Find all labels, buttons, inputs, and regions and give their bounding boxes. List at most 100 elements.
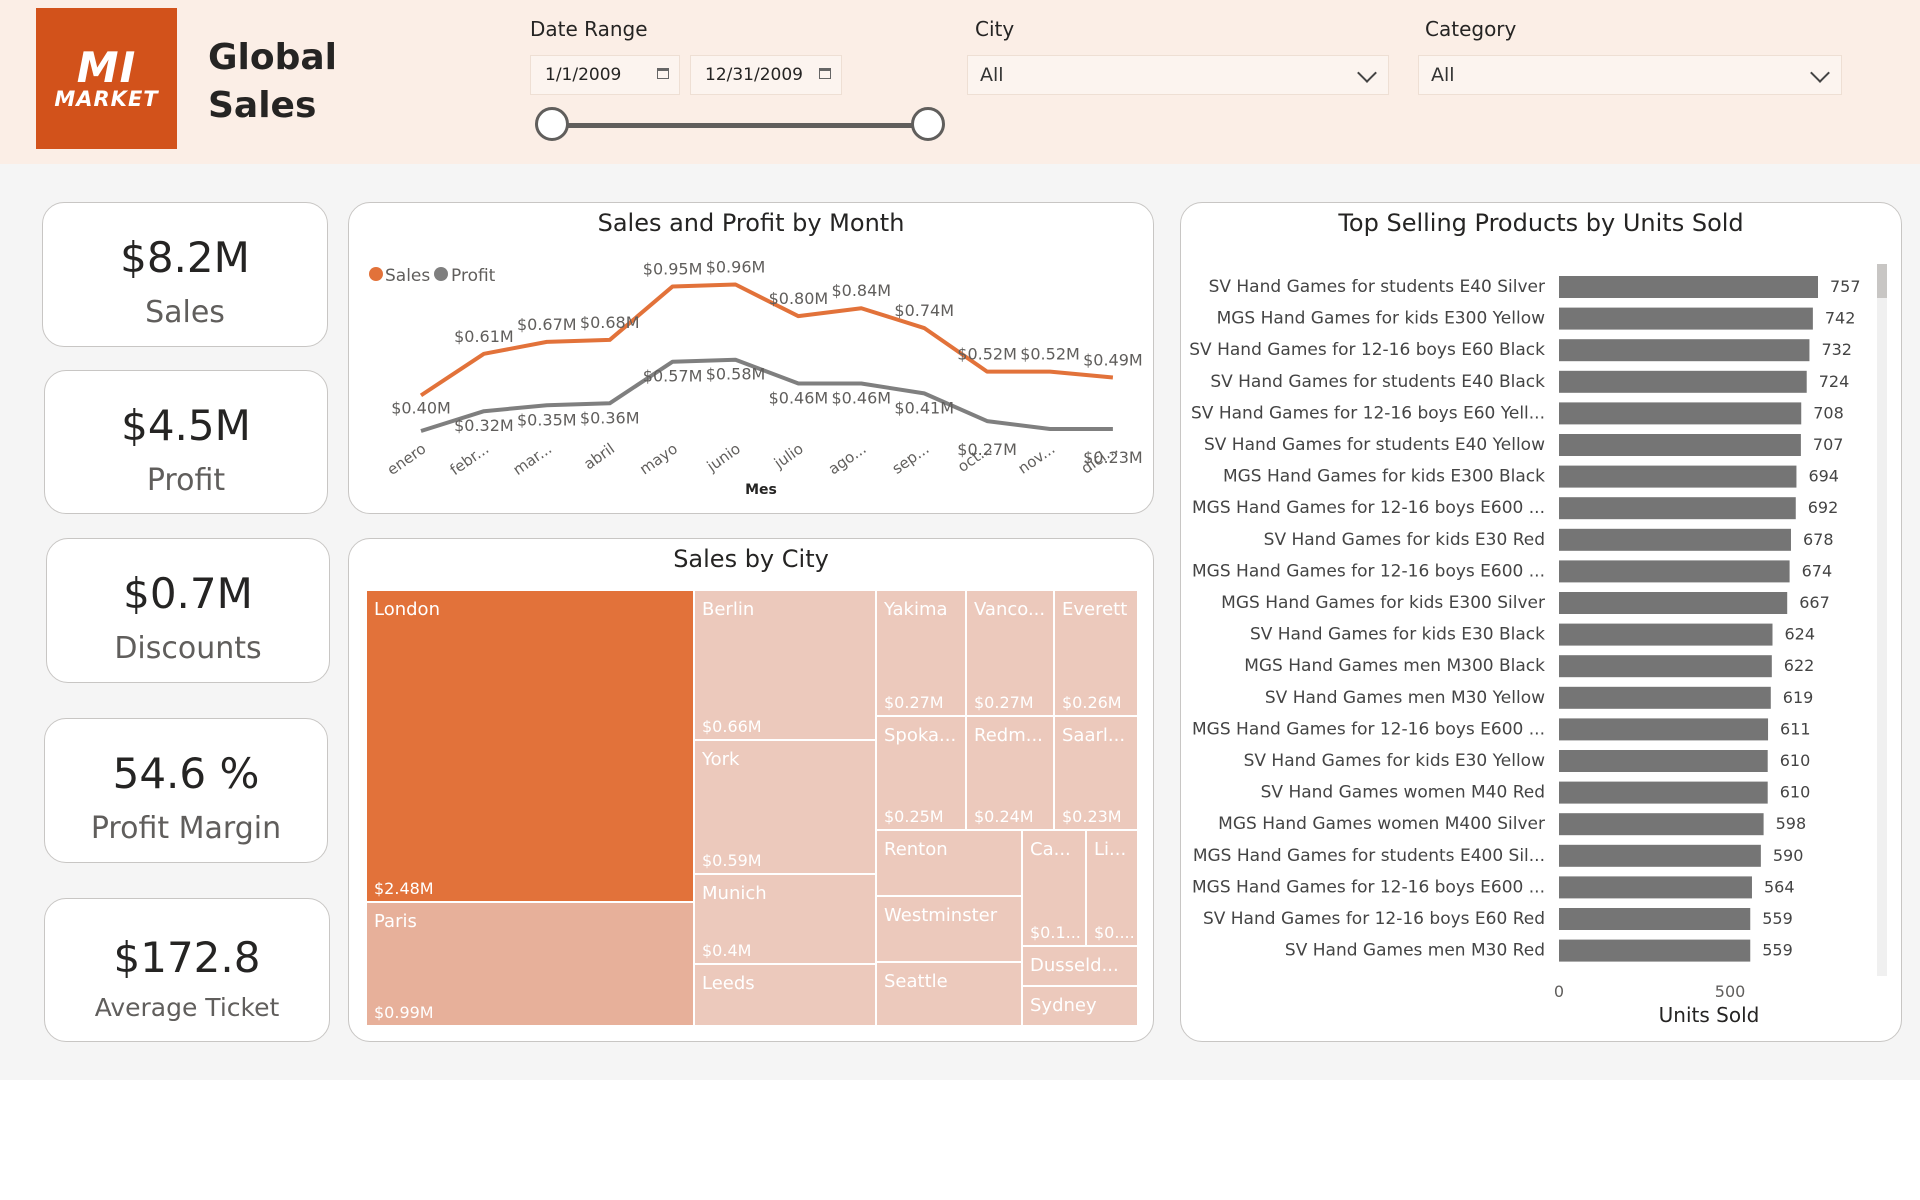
bar-chart-scrollbar-thumb[interactable] (1877, 264, 1887, 298)
mi-market-logo: MI MARKET (36, 8, 177, 149)
x-tick-label: abril (580, 440, 618, 474)
tile-sales-value: $2.48M (374, 879, 434, 898)
treemap-tile[interactable]: Seattle (877, 963, 1023, 1027)
treemap-tile[interactable]: Berlin $0.66M (695, 591, 877, 741)
treemap-tile[interactable]: Redm... $0.24M (967, 717, 1055, 831)
profit-data-label: $0.46M (769, 388, 829, 407)
treemap-tile[interactable]: Li... $0.... (1087, 831, 1139, 947)
treemap-tile[interactable]: Sydney (1023, 987, 1139, 1027)
tile-sales-value: $0.... (1094, 923, 1135, 942)
city-dropdown[interactable]: All (967, 55, 1389, 95)
tile-sales-value: $0.59M (702, 851, 762, 870)
chevron-down-icon[interactable] (1357, 63, 1377, 83)
profit-data-label: $0.46M (831, 388, 891, 407)
treemap-tile[interactable]: London $2.48M (367, 591, 695, 903)
tile-sales-value: $0.27M (974, 693, 1034, 712)
treemap-tile[interactable]: Paris $0.99M (367, 903, 695, 1027)
treemap-tile[interactable]: Ca... $0.1... (1023, 831, 1087, 947)
tile-sales-value: $0.26M (1062, 693, 1122, 712)
tile-sales-value: $0.23M (1062, 807, 1122, 826)
date-range-label: Date Range (530, 17, 648, 41)
sales-by-city-treemap-card[interactable]: Sales by City London $2.48M Paris $0.99M Ber… (348, 538, 1154, 1042)
date-range-end-handle[interactable] (911, 107, 945, 141)
category-dropdown[interactable]: All (1418, 55, 1842, 95)
legend-sales-label[interactable]: Sales (385, 266, 430, 286)
profit-data-label: $0.41M (894, 398, 954, 417)
treemap-tile[interactable]: Dusseld... (1023, 947, 1139, 987)
tile-city-name: Seattle (884, 971, 948, 992)
tile-sales-value: $0.1... (1030, 923, 1081, 942)
top-products-bar-chart-card[interactable]: Top Selling Products by Units Sold (1180, 202, 1902, 1042)
calendar-icon[interactable] (657, 68, 669, 79)
kpi-card-average-ticket[interactable]: $172.8 Average Ticket (44, 898, 330, 1042)
profit-data-label: $0.57M (643, 367, 703, 386)
tile-city-name: London (374, 599, 440, 620)
line-series-sales[interactable] (419, 282, 1114, 398)
x-tick-label: enero (384, 440, 430, 479)
treemap-tile[interactable]: Vanco... $0.27M (967, 591, 1055, 717)
sales-data-label: $0.80M (769, 289, 829, 308)
kpi-value: $4.5M (121, 401, 251, 450)
treemap-tile[interactable]: Saarl... $0.23M (1055, 717, 1139, 831)
kpi-value: $8.2M (120, 233, 250, 282)
chevron-down-icon[interactable] (1810, 63, 1830, 83)
tile-city-name: Paris (374, 911, 417, 932)
tile-city-name: Ca... (1030, 839, 1071, 860)
logo-text-market: MARKET (54, 86, 159, 111)
start-date-value: 1/1/2009 (545, 65, 622, 85)
legend-profit-marker (434, 267, 448, 281)
tile-city-name: Renton (884, 839, 948, 860)
header-bar: MI MARKET Global Sales Date Range 1/1/20… (0, 0, 1920, 164)
end-date-input[interactable]: 12/31/2009 (690, 55, 842, 95)
visual-title: Sales by City (673, 545, 829, 573)
sales-data-label: $0.49M (1083, 351, 1143, 370)
treemap-tile[interactable]: Renton (877, 831, 1023, 897)
treemap-tile[interactable]: Westminster (877, 897, 1023, 963)
tile-sales-value: $0.25M (884, 807, 944, 826)
kpi-card-discounts[interactable]: $0.7M Discounts (46, 538, 330, 683)
x-tick-label: julio (770, 440, 807, 473)
date-range-start-handle[interactable] (535, 107, 569, 141)
tile-city-name: Saarl... (1062, 725, 1126, 746)
calendar-icon[interactable] (819, 68, 831, 79)
legend-sales-marker (369, 267, 383, 281)
kpi-label: Average Ticket (94, 993, 280, 1022)
treemap-tile[interactable]: Everett $0.26M (1055, 591, 1139, 717)
tile-city-name: Yakima (884, 599, 948, 620)
category-selected-value: All (1431, 64, 1455, 86)
tile-city-name: Westminster (884, 905, 998, 926)
treemap-tile[interactable]: Yakima $0.27M (877, 591, 967, 717)
x-tick-label: junio (703, 440, 744, 476)
kpi-label: Profit (146, 463, 226, 498)
treemap-tile[interactable]: York $0.59M (695, 741, 877, 875)
tile-city-name: Vanco... (974, 599, 1046, 620)
treemap-tile[interactable]: Munich $0.4M (695, 875, 877, 965)
legend-profit-label[interactable]: Profit (451, 266, 496, 286)
kpi-card-sales[interactable]: $8.2M Sales (42, 202, 328, 347)
x-tick-label: febr... (447, 440, 493, 479)
logo-text-mi: MI (76, 42, 137, 92)
sales-data-label: $0.95M (643, 259, 703, 278)
treemap-tile[interactable]: Leeds (695, 965, 877, 1027)
kpi-card-profit-margin[interactable]: 54.6 % Profit Margin (44, 718, 328, 863)
category-filter-label: Category (1425, 17, 1517, 41)
sales-data-label: $0.52M (1020, 345, 1080, 364)
sales-profit-line-chart-card[interactable]: Sales and Profit by Month Sales Profit $… (348, 202, 1154, 514)
tile-city-name: York (702, 749, 740, 770)
x-axis-title: Mes (745, 482, 777, 498)
x-tick-label: nov... (1015, 440, 1059, 478)
date-range-slider-track[interactable] (552, 123, 928, 128)
tile-city-name: Munich (702, 883, 767, 904)
tile-sales-value: $0.66M (702, 717, 762, 736)
sales-data-label: $0.68M (580, 313, 640, 332)
sales-data-label: $0.52M (957, 345, 1017, 364)
kpi-card-profit[interactable]: $4.5M Profit (44, 370, 328, 514)
treemap-tile[interactable]: Spoka... $0.25M (877, 717, 967, 831)
profit-data-label: $0.36M (580, 408, 640, 427)
start-date-input[interactable]: 1/1/2009 (530, 55, 680, 95)
bar-chart-scrollbar-track[interactable] (1877, 264, 1887, 976)
profit-data-label: $0.35M (517, 410, 577, 429)
page-title: Global Sales (208, 37, 338, 126)
line-chart-plot[interactable]: Sales Profit $0.40M $0.61M$0.67M $0.68M $0.… (349, 203, 1155, 515)
sales-data-label: $0.84M (831, 281, 891, 300)
